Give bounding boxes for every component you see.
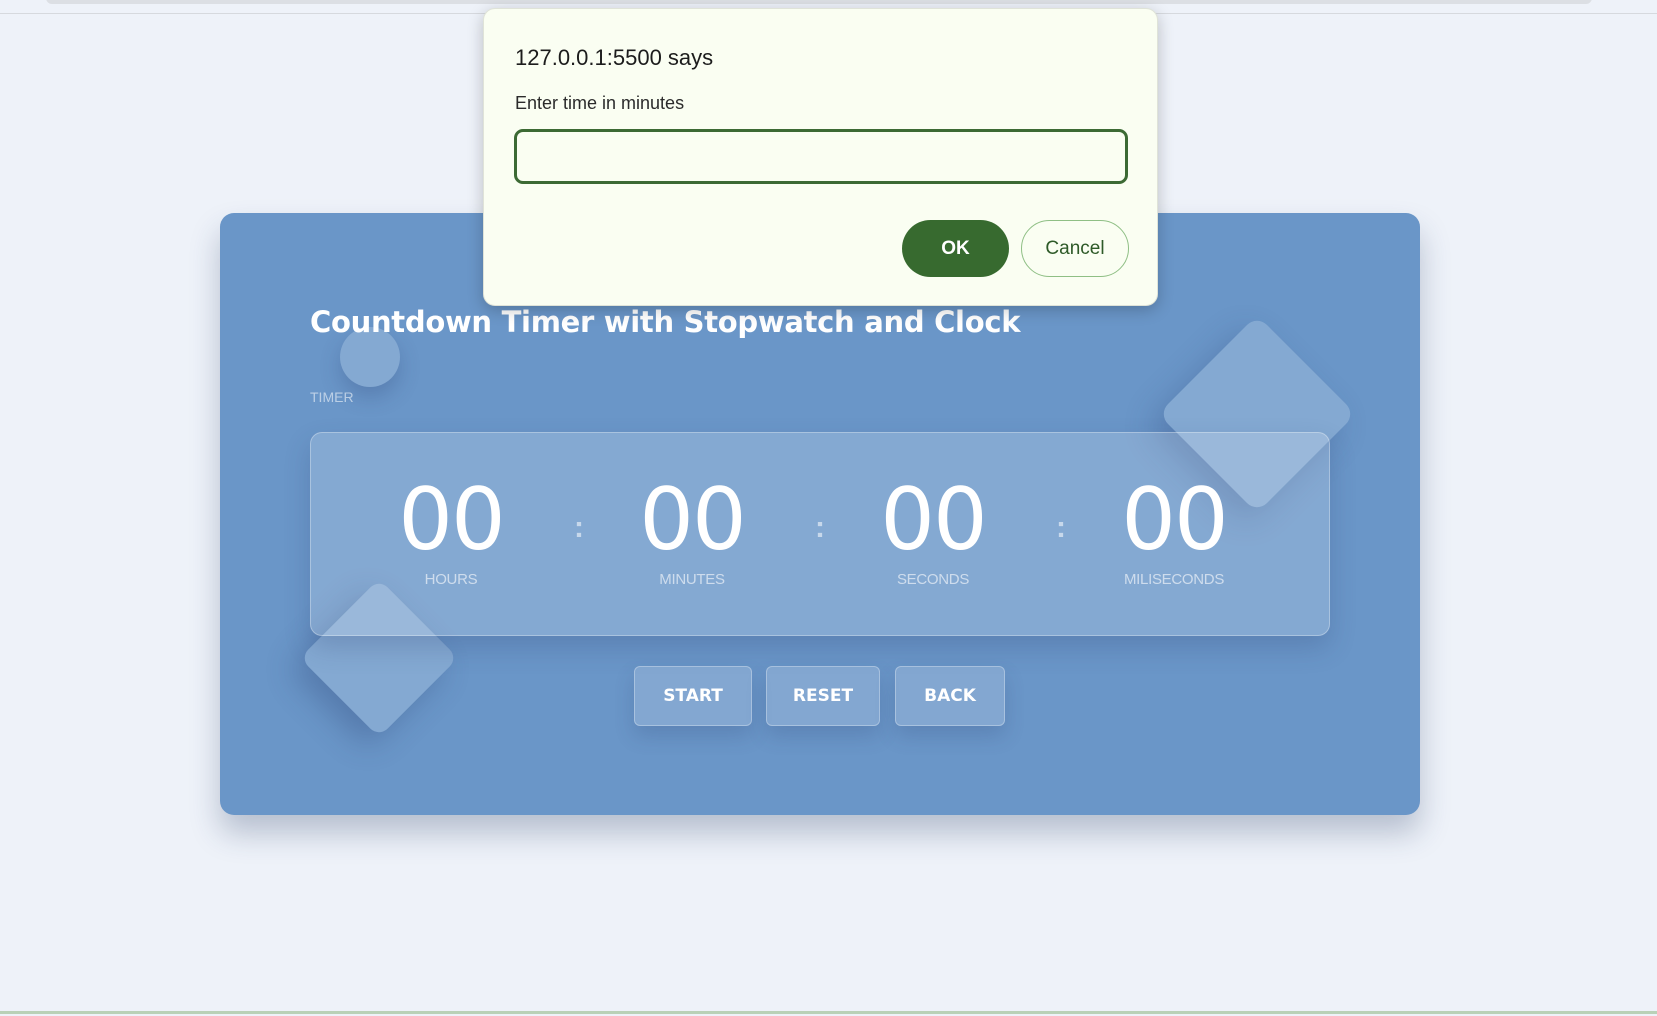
dialog-title: 127.0.0.1:5500 says [515,45,714,70]
back-button[interactable]: BACK [895,666,1005,726]
dialog-message: Enter time in minutes [515,93,685,113]
time-separator: : [1056,511,1066,544]
ok-button[interactable]: OK [902,220,1009,277]
time-separator: : [574,511,584,544]
page-title: Countdown Timer with Stopwatch and Clock [310,305,1021,339]
cancel-button[interactable]: Cancel [1021,220,1129,277]
prompt-dialog: 127.0.0.1:5500 says Enter time in minute… [483,8,1158,306]
time-separator: : [815,511,825,544]
hours-unit: 00 HOURS [361,471,541,588]
minutes-label: MINUTES [659,571,725,588]
minutes-input[interactable] [514,129,1128,184]
milliseconds-label: MILISECONDS [1123,571,1225,588]
bottom-border [0,1011,1657,1014]
milliseconds-unit: 00 MILISECONDS [1084,471,1264,588]
seconds-unit: 00 SECONDS [843,471,1023,588]
minutes-unit: 00 MINUTES [602,471,782,588]
browser-address-bar[interactable] [46,0,1592,4]
reset-button[interactable]: RESET [766,666,880,726]
start-button[interactable]: START [634,666,752,726]
mode-label: TIMER [310,389,354,405]
hours-value: 00 [398,470,505,570]
milliseconds-value: 00 [1121,470,1228,570]
seconds-label: SECONDS [896,571,970,588]
hours-label: HOURS [424,571,478,588]
time-display: 00 HOURS : 00 MINUTES : 00 SECONDS : 00 … [310,432,1330,636]
minutes-value: 00 [639,470,746,570]
seconds-value: 00 [880,470,987,570]
